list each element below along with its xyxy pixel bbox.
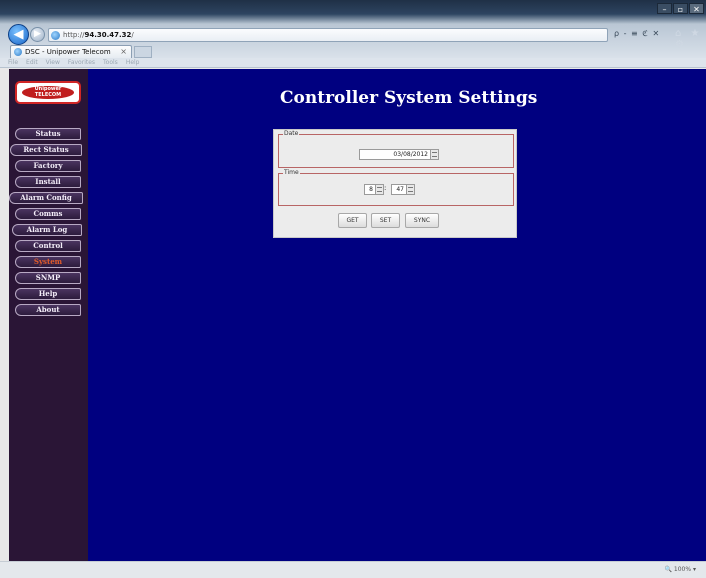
sidebar: Unipower TELECOM Status Rect Status Fact…: [9, 69, 88, 561]
address-tools-icons[interactable]: ρ - ≡ ℭ ✕: [614, 29, 660, 38]
url-suffix: /: [131, 31, 134, 39]
browser-tab[interactable]: DSC - Unipower Telecom ×: [10, 45, 132, 58]
tab-close-icon[interactable]: ×: [120, 47, 127, 56]
sidebar-item-help[interactable]: Help: [15, 288, 81, 300]
sidebar-item-control[interactable]: Control: [15, 240, 81, 252]
time-group: Time 8 : 47: [278, 169, 514, 206]
url-host: 94.30.47.32: [84, 31, 132, 39]
set-button[interactable]: SET: [371, 213, 400, 228]
sidebar-item-alarm-config[interactable]: Alarm Config: [9, 192, 83, 204]
sidebar-item-snmp[interactable]: SNMP: [15, 272, 81, 284]
menu-favorites[interactable]: Favorites: [68, 58, 95, 67]
new-tab-button[interactable]: [134, 46, 152, 58]
menu-tools[interactable]: Tools: [103, 58, 118, 67]
logo-oval: Unipower TELECOM: [22, 86, 74, 99]
menu-bar: File Edit View Favorites Tools Help: [0, 58, 706, 68]
unipower-logo: Unipower TELECOM: [15, 81, 81, 104]
sidebar-item-factory[interactable]: Factory: [15, 160, 81, 172]
page-title: Controller System Settings: [280, 88, 538, 108]
sidebar-item-install[interactable]: Install: [15, 176, 81, 188]
zoom-control[interactable]: 🔍 100% ▾: [665, 566, 696, 573]
status-bar: 🔍 100% ▾: [0, 561, 706, 578]
date-value: 03/08/2012: [393, 151, 428, 158]
date-label: Date: [283, 130, 300, 137]
tab-favicon-icon: [14, 48, 22, 56]
hour-spinner[interactable]: 8: [364, 184, 384, 195]
menu-edit[interactable]: Edit: [26, 58, 38, 67]
minute-value: 47: [396, 186, 404, 193]
url-text[interactable]: http://94.30.47.32/: [63, 31, 134, 39]
sidebar-item-alarm-log[interactable]: Alarm Log: [12, 224, 82, 236]
hour-value: 8: [369, 186, 373, 193]
time-label: Time: [283, 169, 300, 176]
minute-spinner-arrows-icon[interactable]: [406, 185, 414, 194]
sidebar-item-comms[interactable]: Comms: [15, 208, 81, 220]
forward-arrow-icon[interactable]: ▶: [30, 27, 45, 42]
sidebar-item-status[interactable]: Status: [15, 128, 81, 140]
hour-spinner-arrows-icon[interactable]: [375, 185, 383, 194]
sync-button[interactable]: SYNC: [405, 213, 439, 228]
sidebar-item-rect-status[interactable]: Rect Status: [10, 144, 82, 156]
maximize-button[interactable]: ▫: [673, 3, 688, 14]
window-controls: – ▫ ✕: [657, 3, 704, 14]
browser-chrome: – ▫ ✕ ◀ ▶ http://94.30.47.32/ ρ - ≡ ℭ ✕ …: [0, 0, 706, 58]
sidebar-item-system[interactable]: System: [15, 256, 81, 268]
back-arrow-icon[interactable]: ◀: [8, 24, 29, 45]
ie-page-icon: [51, 31, 60, 40]
time-separator: :: [384, 184, 387, 192]
close-window-button[interactable]: ✕: [689, 3, 704, 14]
date-group: Date 03/08/2012: [278, 130, 514, 168]
url-prefix: http://: [63, 31, 85, 39]
date-spinner[interactable]: 03/08/2012: [359, 149, 439, 160]
page-viewport: Unipower TELECOM Status Rect Status Fact…: [9, 69, 706, 561]
menu-view[interactable]: View: [46, 58, 60, 67]
sidebar-item-about[interactable]: About: [15, 304, 81, 316]
minute-spinner[interactable]: 47: [391, 184, 415, 195]
menu-file[interactable]: File: [8, 58, 18, 67]
tab-title: DSC - Unipower Telecom: [25, 48, 111, 56]
menu-help[interactable]: Help: [126, 58, 140, 67]
get-button[interactable]: GET: [338, 213, 367, 228]
minimize-button[interactable]: –: [657, 3, 672, 14]
home-favorites-settings-icons[interactable]: ⌂ ★ ⚙: [675, 28, 706, 50]
date-spinner-arrows-icon[interactable]: [430, 150, 438, 159]
system-settings-panel: Date 03/08/2012 Time 8 : 47 GET SET SYNC: [273, 129, 517, 238]
address-bar[interactable]: http://94.30.47.32/: [48, 28, 608, 42]
logo-line2: TELECOM: [34, 92, 62, 98]
